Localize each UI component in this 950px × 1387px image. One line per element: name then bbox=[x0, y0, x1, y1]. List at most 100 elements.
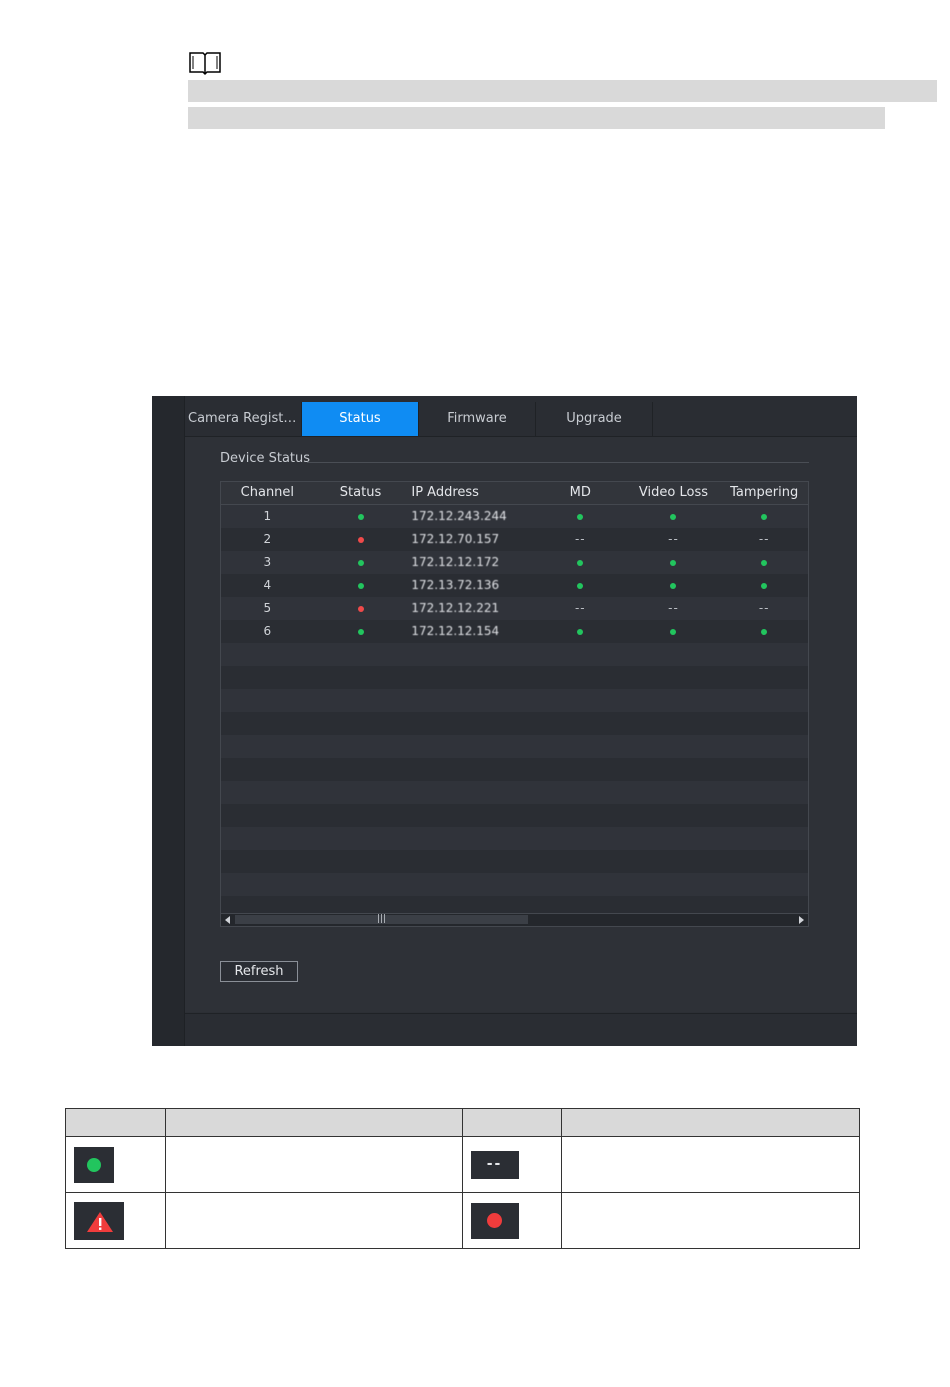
legend-header-cell bbox=[65, 1108, 166, 1137]
legend-header-cell bbox=[561, 1108, 860, 1137]
channel-cell: 6 bbox=[221, 620, 314, 643]
legend-icon-cell bbox=[65, 1136, 166, 1193]
tab-bar: Camera Registr... Status Firmware Upgrad… bbox=[185, 402, 857, 437]
ip-address-cell: 172.12.12.221 bbox=[407, 597, 534, 620]
video-loss-cell bbox=[627, 551, 721, 574]
horizontal-scrollbar[interactable]: ||| bbox=[221, 913, 808, 926]
column-header-video-loss[interactable]: Video Loss bbox=[627, 482, 721, 504]
channel-cell-text: 3 bbox=[263, 555, 272, 569]
legend-icon-cell bbox=[461, 1192, 563, 1249]
empty-table-row bbox=[221, 850, 808, 873]
refresh-button[interactable]: Refresh bbox=[220, 961, 298, 982]
legend-row bbox=[65, 1192, 860, 1249]
ip-address-cell-text: 172.13.72.136 bbox=[411, 578, 500, 592]
ip-address-cell-text: 172.12.12.172 bbox=[411, 555, 500, 569]
ip-address-cell-text: 172.12.243.244 bbox=[411, 509, 507, 523]
section-title: Device Status bbox=[220, 451, 311, 466]
channel-cell-text: 4 bbox=[263, 578, 272, 592]
table-row[interactable]: 4 172.13.72.136 bbox=[221, 574, 808, 597]
status-cell bbox=[314, 620, 408, 643]
legend-description-cell bbox=[561, 1192, 860, 1249]
green-status-dot-icon bbox=[577, 559, 584, 566]
md-cell-text: -- bbox=[574, 601, 586, 615]
video-loss-cell: -- bbox=[627, 528, 721, 551]
green-status-dot-icon bbox=[357, 628, 364, 635]
column-header-ip-address[interactable]: IP Address bbox=[407, 482, 534, 504]
video-loss-cell-text: -- bbox=[668, 601, 679, 615]
table-row[interactable]: 1 172.12.243.244 bbox=[221, 505, 808, 528]
tab-upgrade[interactable]: Upgrade bbox=[536, 402, 653, 436]
note-line-redacted bbox=[188, 80, 937, 102]
green-status-dot-icon bbox=[670, 628, 677, 635]
md-cell bbox=[534, 505, 627, 528]
video-loss-cell bbox=[627, 620, 721, 643]
md-cell bbox=[534, 620, 627, 643]
warning-triangle-icon bbox=[87, 1211, 113, 1232]
legend-row: -- bbox=[65, 1136, 860, 1193]
section-divider bbox=[307, 462, 809, 463]
channel-cell-text: 1 bbox=[263, 509, 272, 523]
tampering-cell: -- bbox=[720, 528, 808, 551]
md-cell-text: -- bbox=[574, 532, 586, 546]
video-loss-cell bbox=[627, 574, 721, 597]
empty-table-row bbox=[221, 643, 808, 666]
legend-icon-cell bbox=[65, 1192, 166, 1249]
status-icon-legend-table: -- bbox=[65, 1108, 860, 1249]
scroll-right-arrow-icon[interactable] bbox=[799, 916, 804, 924]
green-status-dot-icon bbox=[577, 628, 584, 635]
tab-firmware[interactable]: Firmware bbox=[419, 402, 536, 436]
status-cell bbox=[314, 597, 408, 620]
table-row[interactable]: 3 172.12.12.172 bbox=[221, 551, 808, 574]
green-status-dot-icon bbox=[357, 582, 364, 589]
channel-cell: 1 bbox=[221, 505, 314, 528]
table-row[interactable]: 6 172.12.12.154 bbox=[221, 620, 808, 643]
ip-address-cell: 172.12.70.157 bbox=[407, 528, 534, 551]
column-header-tampering[interactable]: Tampering bbox=[720, 482, 808, 504]
red-status-dot-icon bbox=[357, 536, 364, 543]
legend-offline-symbol bbox=[470, 1202, 519, 1239]
empty-table-row bbox=[221, 804, 808, 827]
empty-table-row bbox=[221, 781, 808, 804]
ip-address-cell-text: 172.12.12.221 bbox=[411, 601, 500, 615]
legend-header-cell bbox=[164, 1108, 463, 1137]
tab-status[interactable]: Status bbox=[302, 402, 419, 436]
tampering-cell-text: -- bbox=[758, 532, 770, 546]
empty-table-row bbox=[221, 689, 808, 712]
md-cell bbox=[534, 574, 627, 597]
table-row[interactable]: 2 172.12.70.157 -- -- -- bbox=[221, 528, 808, 551]
column-header-md[interactable]: MD bbox=[534, 482, 627, 504]
empty-table-row bbox=[221, 712, 808, 735]
ip-address-cell: 172.13.72.136 bbox=[407, 574, 534, 597]
note-book-icon bbox=[189, 52, 221, 76]
channel-cell: 4 bbox=[221, 574, 314, 597]
scrollbar-grip-icon: ||| bbox=[377, 914, 387, 924]
tampering-cell: -- bbox=[720, 597, 808, 620]
status-cell bbox=[314, 551, 408, 574]
empty-table-row bbox=[221, 873, 808, 896]
green-dot-icon bbox=[87, 1157, 101, 1172]
table-row[interactable]: 5 172.12.12.221 -- -- -- bbox=[221, 597, 808, 620]
empty-table-row bbox=[221, 666, 808, 689]
column-header-status[interactable]: Status bbox=[314, 482, 408, 504]
device-status-table: Channel Status IP Address MD Video Loss … bbox=[220, 481, 809, 927]
channel-cell: 2 bbox=[221, 528, 314, 551]
column-header-channel[interactable]: Channel bbox=[221, 482, 314, 504]
video-loss-cell: -- bbox=[627, 597, 721, 620]
green-status-dot-icon bbox=[670, 559, 677, 566]
green-status-dot-icon bbox=[761, 559, 768, 566]
md-cell bbox=[534, 551, 627, 574]
channel-cell-text: 2 bbox=[263, 532, 272, 546]
scroll-left-arrow-icon[interactable] bbox=[225, 916, 230, 924]
dash-icon: -- bbox=[486, 1155, 503, 1172]
tab-camera-registration[interactable]: Camera Registr... bbox=[185, 402, 302, 436]
channel-cell-text: 6 bbox=[263, 624, 272, 638]
green-status-dot-icon bbox=[761, 582, 768, 589]
legend-header-row bbox=[65, 1108, 860, 1137]
status-cell bbox=[314, 505, 408, 528]
green-status-dot-icon bbox=[761, 513, 768, 520]
video-loss-cell-text: -- bbox=[668, 532, 679, 546]
tampering-cell bbox=[720, 505, 808, 528]
empty-table-row bbox=[221, 758, 808, 781]
green-status-dot-icon bbox=[670, 513, 677, 520]
device-status-window: Camera Registr... Status Firmware Upgrad… bbox=[152, 396, 857, 1046]
